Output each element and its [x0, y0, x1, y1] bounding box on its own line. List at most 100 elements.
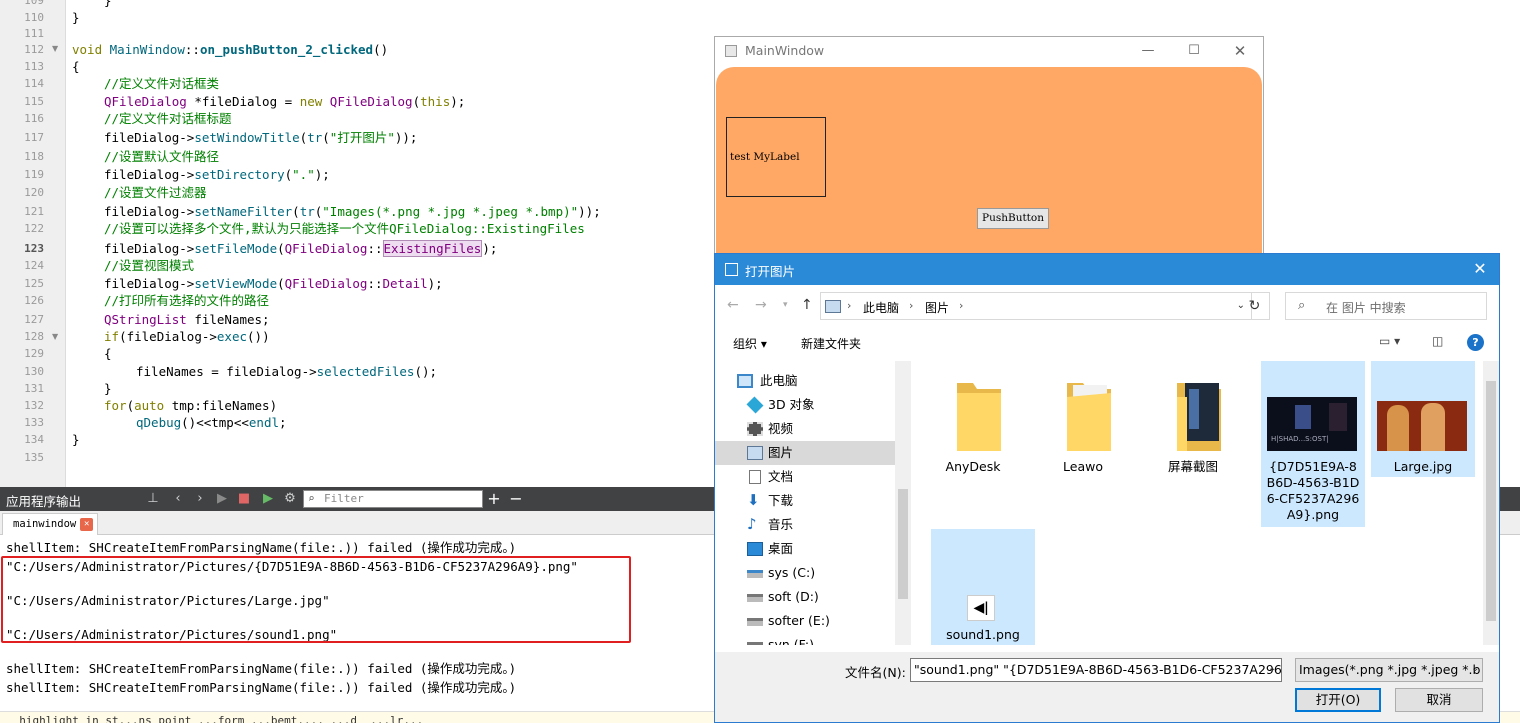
output-line: shellItem: SHCreateItemFromParsingName(f…: [6, 661, 517, 676]
search-input[interactable]: ⌕ 在 图片 中搜索: [1285, 292, 1487, 320]
close-icon[interactable]: ✕: [1217, 40, 1263, 62]
run-icon[interactable]: ▶: [214, 490, 230, 508]
address-bar[interactable]: › 此电脑 › 图片 › ⌄: [820, 292, 1252, 320]
line-number: 126: [24, 294, 44, 307]
tab-mainwindow[interactable]: mainwindow ✕: [2, 513, 99, 535]
line-number: 131: [24, 382, 44, 395]
file-list[interactable]: AnyDesk Leawo 屏幕截图 H|SHAD...S:OST| {D7D5…: [915, 361, 1483, 645]
chevron-down-icon[interactable]: ⌄: [1471, 663, 1479, 674]
line-number: 132: [24, 399, 44, 412]
close-icon[interactable]: ✕: [1465, 258, 1495, 280]
folder-icon: [1177, 383, 1221, 451]
open-button[interactable]: 打开(O): [1295, 688, 1381, 712]
documents-icon: [749, 470, 761, 484]
minimize-icon[interactable]: —: [1125, 40, 1171, 62]
filetype-select[interactable]: Images(*.png *.jpg *.jpeg *.b: [1295, 658, 1483, 682]
zoom-out-icon[interactable]: −: [508, 490, 524, 508]
sidebar-item-drive-d[interactable]: soft (D:): [715, 585, 895, 609]
breadcrumb-pictures[interactable]: 图片: [925, 299, 949, 316]
organize-button[interactable]: 组织 ▾: [733, 335, 767, 352]
up-icon[interactable]: ↑: [801, 296, 813, 314]
scrollbar-thumb[interactable]: [1486, 381, 1496, 621]
push-button[interactable]: PushButton: [977, 208, 1049, 229]
line-number: 122: [24, 222, 44, 235]
line-number: 127: [24, 313, 44, 326]
command-bar: 组织 ▾ 新建文件夹 ▭ ▾ ◫ ?: [715, 328, 1499, 358]
file-item-large-jpg[interactable]: Large.jpg: [1371, 361, 1475, 477]
view-options-icon[interactable]: ▭ ▾: [1379, 334, 1400, 348]
line-number: 115: [24, 95, 44, 108]
dialog-footer: 文件名(N): "sound1.png" "{D7D51E9A-8B6D-456…: [715, 652, 1499, 722]
sidebar-item-desktop[interactable]: 桌面: [715, 537, 895, 561]
line-number: 114: [24, 77, 44, 90]
code-line: if(fileDialog->exec()): [104, 329, 270, 344]
back-icon[interactable]: ←: [727, 296, 739, 314]
sidebar-item-video[interactable]: 视频: [715, 417, 895, 441]
sidebar-item-drive-f[interactable]: syn (F:): [715, 633, 895, 645]
main-window-titlebar[interactable]: MainWindow — ☐ ✕: [715, 37, 1263, 65]
sidebar-item-this-pc[interactable]: 此电脑: [715, 369, 895, 393]
sidebar-item-drive-e[interactable]: softer (E:): [715, 609, 895, 633]
fold-marker-icon[interactable]: ▼: [52, 40, 58, 58]
file-list-scrollbar[interactable]: [1483, 361, 1499, 645]
prev-icon[interactable]: ‹: [170, 490, 186, 508]
app-icon: [725, 45, 737, 57]
breadcrumb-this-pc[interactable]: 此电脑: [863, 299, 899, 316]
sidebar-item-documents[interactable]: 文档: [715, 465, 895, 489]
forward-icon[interactable]: →: [755, 296, 767, 314]
file-item-anydesk[interactable]: AnyDesk: [921, 365, 1025, 477]
code-comment: //设置默认文件路径: [104, 149, 220, 164]
filter-input[interactable]: ⌕ Filter: [303, 490, 483, 508]
drive-icon: [747, 642, 763, 645]
code-line: for(auto tmp:fileNames): [104, 398, 278, 413]
pictures-folder-icon: [825, 300, 841, 313]
sidebar-item-download[interactable]: ⬇ 下载: [715, 489, 895, 513]
scrollbar-thumb[interactable]: [898, 489, 908, 599]
cancel-button[interactable]: 取消: [1395, 688, 1483, 712]
recent-dropdown-icon[interactable]: ▾: [783, 296, 788, 314]
next-icon[interactable]: ›: [192, 490, 208, 508]
music-icon: ♪: [747, 515, 757, 533]
line-number: 116: [24, 112, 44, 125]
close-icon[interactable]: ✕: [80, 517, 94, 531]
sidebar-item-pictures[interactable]: 图片: [715, 441, 895, 465]
file-item-screenshots[interactable]: 屏幕截图: [1141, 365, 1245, 477]
code-line: QStringList fileNames;: [104, 312, 270, 327]
maximize-icon[interactable]: ☐: [1171, 40, 1217, 62]
code-line: fileNames = fileDialog->selectedFiles();: [136, 364, 438, 379]
fold-marker-icon[interactable]: ▼: [52, 328, 58, 346]
main-window[interactable]: MainWindow — ☐ ✕ test MyLabel PushButton: [714, 36, 1264, 266]
dialog-titlebar[interactable]: 打开图片 ✕: [715, 254, 1499, 285]
code-comment: //打印所有选择的文件的路径: [104, 293, 270, 308]
help-icon[interactable]: ?: [1467, 334, 1484, 351]
code-line-current[interactable]: fileDialog->setFileMode(QFileDialog::Exi…: [104, 240, 497, 258]
code-comment: //设置可以选择多个文件,默认为只能选择一个文件QFileDialog::Exi…: [104, 221, 585, 236]
sidebar-item-music[interactable]: ♪ 音乐: [715, 513, 895, 537]
code-line: void MainWindow::on_pushButton_2_clicked…: [72, 42, 389, 57]
sidebar-scrollbar[interactable]: [895, 361, 911, 645]
settings-gear-icon[interactable]: ⚙: [282, 490, 298, 508]
refresh-icon[interactable]: ↻: [1240, 292, 1270, 320]
code-line: qDebug()<<tmp<<endl;: [136, 415, 287, 430]
line-number: 117: [24, 131, 44, 144]
sidebar-item-3d-objects[interactable]: 3D 对象: [715, 393, 895, 417]
chevron-down-icon[interactable]: ⌄: [1268, 663, 1276, 674]
pictures-icon: [747, 446, 763, 460]
new-folder-button[interactable]: 新建文件夹: [801, 335, 861, 352]
filename-input[interactable]: "sound1.png" "{D7D51E9A-8B6D-4563-B1D6-C…: [910, 658, 1282, 682]
file-item-leawo[interactable]: Leawo: [1031, 365, 1135, 477]
sidebar-item-drive-c[interactable]: sys (C:): [715, 561, 895, 585]
code-line: fileDialog->setNameFilter(tr("Images(*.p…: [104, 204, 601, 219]
open-file-dialog[interactable]: 打开图片 ✕ ← → ▾ ↑ › 此电脑 › 图片 › ⌄ ↻ ⌕ 在 图片 中…: [714, 253, 1500, 723]
debug-run-icon[interactable]: ▶: [260, 490, 276, 508]
file-item-guid-png[interactable]: H|SHAD...S:OST| {D7D51E9A-8B6D-4563-B1D6…: [1261, 361, 1365, 527]
desktop-icon: [747, 542, 763, 556]
code-line: fileDialog->setDirectory(".");: [104, 167, 330, 182]
zoom-in-icon[interactable]: +: [486, 490, 502, 508]
file-item-sound1-png[interactable]: ◀ǀ sound1.png: [931, 529, 1035, 645]
stop-icon[interactable]: ■: [236, 490, 252, 508]
preview-pane-icon[interactable]: ◫: [1432, 334, 1443, 348]
video-icon: [747, 422, 763, 436]
clear-output-icon[interactable]: ⊥: [145, 490, 161, 508]
line-number: 128: [24, 330, 44, 343]
